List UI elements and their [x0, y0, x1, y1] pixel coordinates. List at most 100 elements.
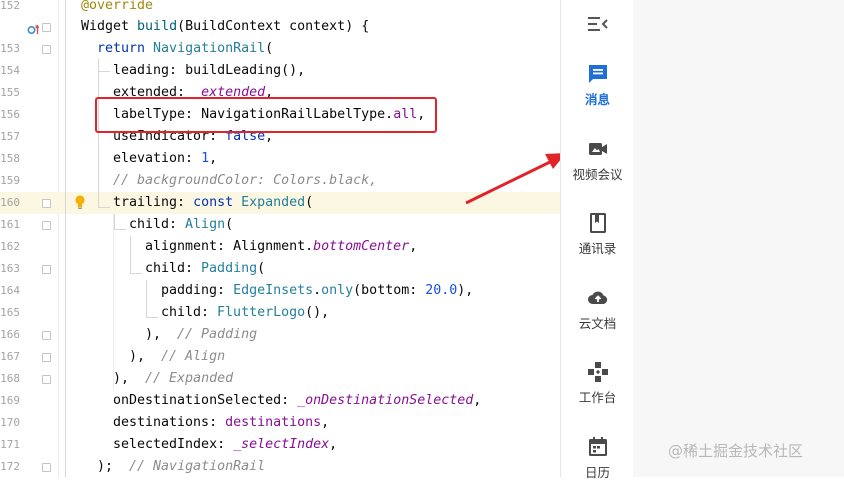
rail-destination-label: 日历	[584, 465, 610, 480]
line-number: 166	[0, 328, 20, 341]
indent-guide	[98, 59, 99, 207]
code-token: elevation:	[113, 151, 202, 166]
code-token: Widget	[81, 19, 138, 34]
gamepad-icon	[586, 360, 610, 384]
line-number: 164	[0, 284, 20, 297]
code-token: ),	[113, 371, 146, 386]
code-token: // NavigationRail	[129, 459, 266, 474]
code-line[interactable]: 165 child: FlutterLogo(),	[0, 302, 560, 324]
code-line[interactable]: 154 leading: buildLeading(),	[0, 60, 560, 82]
code-token: alignment:	[145, 239, 234, 254]
code-token: ),	[145, 327, 178, 342]
code-token: child:	[145, 261, 202, 276]
code-line[interactable]: 159 // backgroundColor: Colors.black,	[0, 170, 560, 192]
menu-collapse-icon[interactable]	[587, 16, 608, 35]
fold-marker[interactable]	[42, 353, 51, 362]
rail-destination-label: 工作台	[578, 390, 617, 405]
code-text: child: FlutterLogo(),	[161, 302, 329, 324]
code-token: FlutterLogo	[217, 305, 306, 320]
code-text: onDestinationSelected: _onDestinationSel…	[113, 390, 481, 412]
code-token: .	[313, 283, 322, 298]
code-line[interactable]: 163 child: Padding(	[0, 258, 560, 280]
rail-destination-calendar[interactable]: 日历	[561, 431, 634, 495]
calendar-icon	[586, 435, 610, 459]
code-token: (	[225, 217, 234, 232]
line-number: 153	[0, 42, 20, 55]
lightbulb-icon[interactable]	[74, 194, 86, 210]
code-text: ), // Expanded	[113, 368, 233, 390]
code-token: ),	[129, 349, 162, 364]
fold-marker[interactable]	[42, 199, 51, 208]
code-token: (	[265, 41, 274, 56]
code-text: alignment: Alignment.bottomCenter,	[145, 236, 417, 258]
navigation-rail: 消息 视频会议 通讯录 云文档 工作台 日历	[560, 0, 634, 480]
code-token: Padding	[201, 261, 258, 276]
message-icon	[586, 62, 610, 86]
code-token: child:	[161, 305, 218, 320]
code-line[interactable]: 162 alignment: Alignment.bottomCenter,	[0, 236, 560, 258]
code-text: ), // Padding	[145, 324, 257, 346]
code-line[interactable]: 161 child: Align(	[0, 214, 560, 236]
line-number: 158	[0, 152, 20, 165]
line-number: 169	[0, 394, 20, 407]
code-text: padding: EdgeInsets.only(bottom: 20.0),	[161, 280, 473, 302]
line-number: 171	[0, 438, 20, 451]
code-line[interactable]: Widget build(BuildContext context) {	[0, 16, 560, 38]
code-token: Expanded	[241, 195, 306, 210]
rail-leading[interactable]	[561, 12, 634, 38]
code-text: // backgroundColor: Colors.black,	[113, 170, 377, 192]
code-text: child: Padding(	[145, 258, 265, 280]
line-number: 168	[0, 372, 20, 385]
code-line[interactable]: 164 padding: EdgeInsets.only(bottom: 20.0…	[0, 280, 560, 302]
code-token: buildLeading	[185, 63, 282, 78]
code-line[interactable]: 168), // Expanded	[0, 368, 560, 390]
code-text: trailing: const Expanded(	[113, 192, 313, 214]
fold-marker[interactable]	[42, 221, 51, 230]
indent-guide	[114, 229, 126, 230]
code-token: ,	[321, 415, 330, 430]
fold-marker[interactable]	[42, 463, 51, 472]
code-line[interactable]: 158 elevation: 1,	[0, 148, 560, 170]
code-line[interactable]: 167), // Align	[0, 346, 560, 368]
code-token: padding:	[161, 283, 234, 298]
cloud-upload-icon	[586, 286, 610, 310]
rail-destination-cloud-docs[interactable]: 云文档	[561, 282, 634, 346]
fold-marker[interactable]	[42, 45, 51, 54]
indent-guide	[130, 273, 142, 274]
indent-guide	[113, 214, 114, 390]
code-token: // Expanded	[145, 371, 234, 386]
override-gutter-icon[interactable]	[27, 21, 40, 35]
indent-guide	[146, 280, 147, 317]
rail-destination-video[interactable]: 视频会议	[561, 133, 634, 197]
code-line[interactable]: 171 selectedIndex: _selectIndex,	[0, 434, 560, 456]
code-token: (),	[305, 305, 330, 320]
rail-destination-label: 通讯录	[578, 241, 617, 256]
code-token: ),	[457, 283, 474, 298]
indent-guide	[114, 214, 115, 229]
fold-marker[interactable]	[42, 23, 51, 32]
fold-marker[interactable]	[42, 265, 51, 274]
rail-content-area	[633, 0, 844, 477]
rail-destination-workbench[interactable]: 工作台	[561, 356, 634, 420]
line-number: 157	[0, 130, 20, 143]
code-line[interactable]: 153 return NavigationRail(	[0, 38, 560, 60]
rail-destination-label: 云文档	[578, 316, 617, 331]
code-token: 1	[201, 151, 210, 166]
line-number: 154	[0, 64, 20, 77]
code-token: _onDestinationSelected	[297, 393, 474, 408]
rail-destination-contacts[interactable]: 通讯录	[561, 207, 634, 271]
rail-destination-messages[interactable]: 消息	[561, 58, 634, 122]
code-text: elevation: 1,	[113, 148, 217, 170]
code-line[interactable]: 169 onDestinationSelected: _onDestination…	[0, 390, 560, 412]
code-line[interactable]: 172); // NavigationRail	[0, 456, 560, 477]
code-token: );	[97, 459, 130, 474]
code-editor[interactable]: 152 @override Widget build(BuildContext c…	[0, 0, 560, 477]
code-line[interactable]: 166 ), // Padding	[0, 324, 560, 346]
fold-marker[interactable]	[42, 375, 51, 384]
code-line[interactable]: 170 destinations: destinations,	[0, 412, 560, 434]
fold-marker[interactable]	[42, 331, 51, 340]
code-token: Align	[185, 217, 226, 232]
line-number: 156	[0, 108, 20, 121]
code-line[interactable]: 152 @override	[0, 0, 560, 17]
indent-guide	[130, 236, 131, 273]
